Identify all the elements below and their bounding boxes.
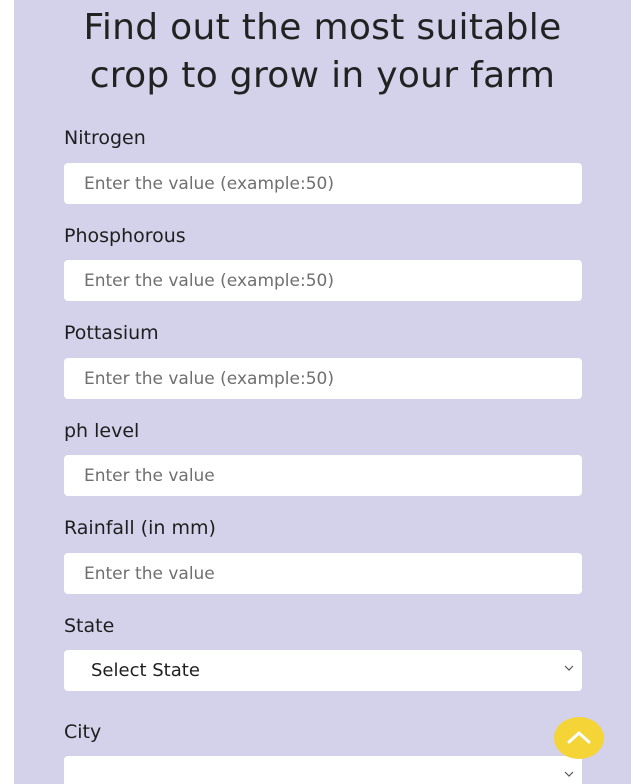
state-select[interactable]: Select State (64, 650, 582, 691)
phosphorous-label: Phosphorous (64, 225, 186, 247)
phosphorous-input[interactable] (64, 260, 582, 301)
pottasium-input[interactable] (64, 358, 582, 399)
city-select[interactable] (64, 756, 582, 784)
nitrogen-input[interactable] (64, 163, 582, 204)
nitrogen-label: Nitrogen (64, 127, 146, 149)
pottasium-label: Pottasium (64, 322, 159, 344)
page-title: Find out the most suitable crop to grow … (14, 4, 631, 100)
form-panel: Find out the most suitable crop to grow … (14, 0, 631, 784)
scroll-to-top-button[interactable] (554, 717, 604, 759)
ph-level-input[interactable] (64, 455, 582, 496)
state-select-value: Select State (91, 660, 200, 681)
chevron-down-icon (564, 665, 574, 671)
city-label: City (64, 721, 102, 743)
chevron-up-icon (567, 731, 591, 744)
rainfall-label: Rainfall (in mm) (64, 517, 216, 539)
page-title-line2: crop to grow in your farm (89, 55, 556, 96)
page-title-line1: Find out the most suitable (83, 7, 562, 48)
chevron-down-icon (564, 771, 574, 777)
state-label: State (64, 615, 115, 637)
rainfall-input[interactable] (64, 553, 582, 594)
ph-level-label: ph level (64, 420, 140, 442)
